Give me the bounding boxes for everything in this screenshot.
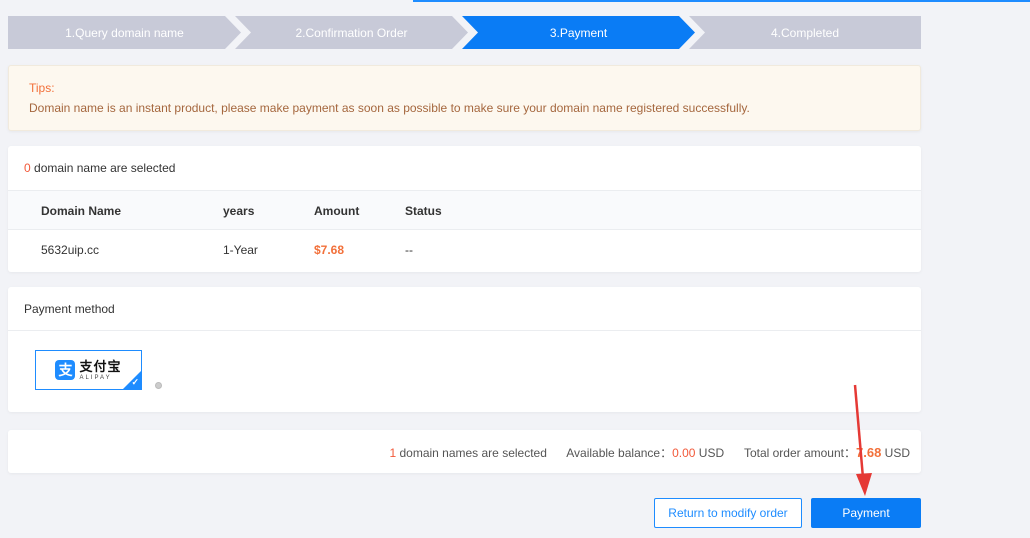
cell-years: 1-Year	[223, 243, 258, 257]
balance-unit: USD	[698, 446, 725, 460]
header-years: years	[223, 204, 255, 218]
step-completed: 4.Completed	[689, 16, 921, 49]
check-icon: ✓	[131, 377, 139, 387]
alipay-option[interactable]: 支 支付宝 ALIPAY ✓	[35, 350, 142, 390]
total-unit: USD	[884, 446, 910, 460]
summary-count-label: domain names are selected	[399, 446, 547, 460]
alipay-name-en: ALIPAY	[79, 374, 112, 381]
alipay-icon: 支	[55, 360, 76, 380]
header-amount: Amount	[314, 204, 360, 218]
selection-count: 0	[24, 161, 31, 175]
total-label: Total order amount：	[743, 446, 856, 460]
alipay-logo: 支 支付宝 ALIPAY	[55, 360, 121, 381]
payment-radio[interactable]	[155, 382, 162, 389]
balance-label: Available balance：	[566, 446, 673, 460]
tips-title: Tips:	[29, 81, 55, 95]
cell-domain: 5632uip.cc	[41, 243, 100, 257]
step-query-domain: 1.Query domain name	[8, 16, 241, 49]
summary-row: 1 domain names are selected Available ba…	[389, 444, 910, 461]
progress-steps: 1.Query domain name 2.Confirmation Order…	[8, 16, 921, 49]
payment-method-title: Payment method	[24, 302, 115, 316]
cell-amount: $7.68	[314, 243, 345, 257]
payment-button[interactable]: Payment	[811, 498, 921, 528]
balance-value: 0.00	[672, 446, 696, 460]
selection-summary: 0 domain name are selected	[24, 161, 175, 175]
return-to-modify-order-button[interactable]: Return to modify order	[654, 498, 802, 528]
step-label: 1.Query domain name	[65, 25, 184, 40]
tips-text: Domain name is an instant product, pleas…	[29, 101, 750, 115]
step-payment: 3.Payment	[462, 16, 695, 49]
total-value: 7.68	[856, 445, 882, 460]
order-summary-panel: 1 domain names are selected Available ba…	[8, 430, 921, 473]
header-status: Status	[405, 204, 442, 218]
selected-domains-panel: 0 domain name are selected Domain Name y…	[8, 146, 921, 272]
table-header: Domain Name years Amount Status	[8, 190, 921, 230]
step-label: 3.Payment	[549, 25, 608, 40]
header-domain-name: Domain Name	[41, 204, 122, 218]
payment-method-panel: Payment method 支 支付宝 ALIPAY ✓	[8, 287, 921, 412]
top-accent-bar	[413, 0, 1030, 2]
divider	[8, 330, 921, 331]
step-label: 2.Confirmation Order	[295, 25, 408, 40]
cell-status: --	[405, 243, 413, 257]
alipay-name-cn: 支付宝	[79, 358, 122, 374]
tips-panel: Tips: Domain name is an instant product,…	[8, 65, 921, 131]
selection-label: domain name are selected	[34, 161, 176, 175]
step-confirmation-order: 2.Confirmation Order	[235, 16, 468, 49]
summary-count: 1	[389, 446, 397, 460]
step-label: 4.Completed	[770, 25, 840, 40]
